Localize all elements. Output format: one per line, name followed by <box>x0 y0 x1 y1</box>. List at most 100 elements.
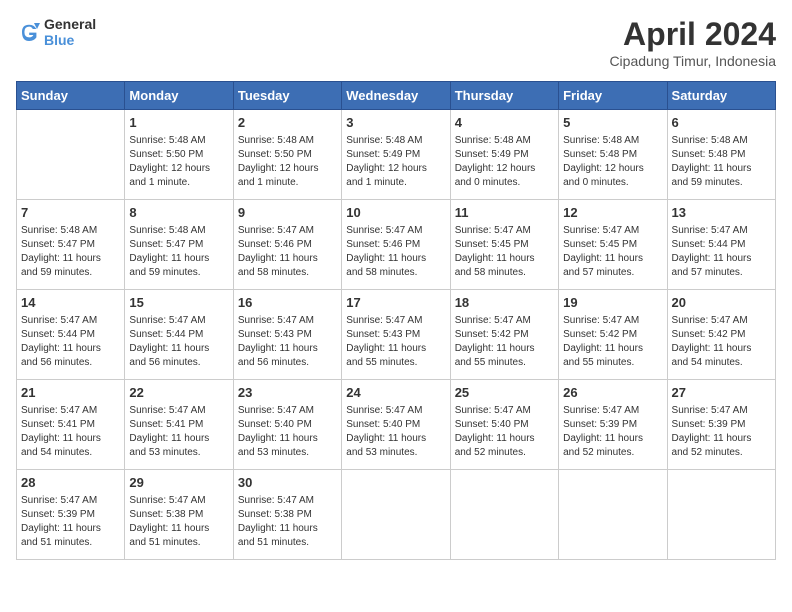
day-info: Sunrise: 5:48 AM Sunset: 5:49 PM Dayligh… <box>346 134 445 190</box>
calendar-day-cell <box>667 470 775 560</box>
calendar-day-cell: 17 Sunrise: 5:47 AM Sunset: 5:43 PM Dayli… <box>342 290 450 380</box>
day-info: Sunrise: 5:48 AM Sunset: 5:47 PM Dayligh… <box>129 224 228 280</box>
day-number: 1 <box>129 114 228 132</box>
calendar-day-cell: 27 Sunrise: 5:47 AM Sunset: 5:39 PM Dayli… <box>667 380 775 470</box>
title-block: April 2024 Cipadung Timur, Indonesia <box>609 16 776 69</box>
weekday-header-cell: Wednesday <box>342 82 450 110</box>
calendar-day-cell: 10 Sunrise: 5:47 AM Sunset: 5:46 PM Dayli… <box>342 200 450 290</box>
day-info: Sunrise: 5:47 AM Sunset: 5:42 PM Dayligh… <box>563 314 662 370</box>
day-info: Sunrise: 5:47 AM Sunset: 5:45 PM Dayligh… <box>563 224 662 280</box>
calendar-day-cell: 7Sunrise: 5:48 AM Sunset: 5:47 PM Daylig… <box>17 200 125 290</box>
day-info: Sunrise: 5:47 AM Sunset: 5:40 PM Dayligh… <box>346 404 445 460</box>
calendar-day-cell <box>17 110 125 200</box>
day-info: Sunrise: 5:47 AM Sunset: 5:42 PM Dayligh… <box>672 314 771 370</box>
calendar-day-cell: 28 Sunrise: 5:47 AM Sunset: 5:39 PM Dayli… <box>17 470 125 560</box>
day-info: Sunrise: 5:47 AM Sunset: 5:38 PM Dayligh… <box>238 494 337 550</box>
calendar-day-cell <box>559 470 667 560</box>
day-info: Sunrise: 5:47 AM Sunset: 5:38 PM Dayligh… <box>129 494 228 550</box>
calendar-day-cell: 11 Sunrise: 5:47 AM Sunset: 5:45 PM Dayli… <box>450 200 558 290</box>
day-number: 28 <box>21 474 120 492</box>
day-info: Sunrise: 5:48 AM Sunset: 5:47 PM Dayligh… <box>21 224 120 280</box>
calendar-week-row: 28 Sunrise: 5:47 AM Sunset: 5:39 PM Dayli… <box>17 470 776 560</box>
calendar-day-cell: 1 Sunrise: 5:48 AM Sunset: 5:50 PM Daylig… <box>125 110 233 200</box>
day-number: 26 <box>563 384 662 402</box>
day-info: Sunrise: 5:47 AM Sunset: 5:40 PM Dayligh… <box>455 404 554 460</box>
day-number: 21 <box>21 384 120 402</box>
location: Cipadung Timur, Indonesia <box>609 53 776 69</box>
day-info: Sunrise: 5:48 AM Sunset: 5:49 PM Dayligh… <box>455 134 554 190</box>
day-info: Sunrise: 5:47 AM Sunset: 5:39 PM Dayligh… <box>21 494 120 550</box>
day-info: Sunrise: 5:47 AM Sunset: 5:46 PM Dayligh… <box>238 224 337 280</box>
day-number: 13 <box>672 204 771 222</box>
day-number: 4 <box>455 114 554 132</box>
day-info: Sunrise: 5:47 AM Sunset: 5:44 PM Dayligh… <box>21 314 120 370</box>
day-info: Sunrise: 5:47 AM Sunset: 5:41 PM Dayligh… <box>129 404 228 460</box>
calendar-day-cell: 29 Sunrise: 5:47 AM Sunset: 5:38 PM Dayli… <box>125 470 233 560</box>
calendar-day-cell: 24Sunrise: 5:47 AM Sunset: 5:40 PM Dayli… <box>342 380 450 470</box>
day-info: Sunrise: 5:47 AM Sunset: 5:41 PM Dayligh… <box>21 404 120 460</box>
weekday-header-cell: Friday <box>559 82 667 110</box>
logo: General Blue <box>16 16 96 48</box>
logo-icon <box>16 20 40 44</box>
day-number: 18 <box>455 294 554 312</box>
calendar-week-row: 21 Sunrise: 5:47 AM Sunset: 5:41 PM Dayli… <box>17 380 776 470</box>
calendar-day-cell: 23Sunrise: 5:47 AM Sunset: 5:40 PM Dayli… <box>233 380 341 470</box>
calendar-day-cell <box>342 470 450 560</box>
day-number: 15 <box>129 294 228 312</box>
calendar-day-cell: 3 Sunrise: 5:48 AM Sunset: 5:49 PM Daylig… <box>342 110 450 200</box>
day-number: 19 <box>563 294 662 312</box>
weekday-header-cell: Saturday <box>667 82 775 110</box>
day-info: Sunrise: 5:47 AM Sunset: 5:43 PM Dayligh… <box>346 314 445 370</box>
day-number: 20 <box>672 294 771 312</box>
calendar-body: 1 Sunrise: 5:48 AM Sunset: 5:50 PM Daylig… <box>17 110 776 560</box>
day-info: Sunrise: 5:48 AM Sunset: 5:50 PM Dayligh… <box>129 134 228 190</box>
day-info: Sunrise: 5:47 AM Sunset: 5:45 PM Dayligh… <box>455 224 554 280</box>
calendar-day-cell: 21 Sunrise: 5:47 AM Sunset: 5:41 PM Dayli… <box>17 380 125 470</box>
day-info: Sunrise: 5:47 AM Sunset: 5:39 PM Dayligh… <box>672 404 771 460</box>
day-number: 17 <box>346 294 445 312</box>
logo-text: General Blue <box>44 16 96 48</box>
calendar-day-cell: 8Sunrise: 5:48 AM Sunset: 5:47 PM Daylig… <box>125 200 233 290</box>
calendar-day-cell: 6 Sunrise: 5:48 AM Sunset: 5:48 PM Daylig… <box>667 110 775 200</box>
calendar-day-cell: 18 Sunrise: 5:47 AM Sunset: 5:42 PM Dayli… <box>450 290 558 380</box>
day-number: 16 <box>238 294 337 312</box>
calendar-day-cell: 22 Sunrise: 5:47 AM Sunset: 5:41 PM Dayli… <box>125 380 233 470</box>
day-number: 14 <box>21 294 120 312</box>
calendar-week-row: 1 Sunrise: 5:48 AM Sunset: 5:50 PM Daylig… <box>17 110 776 200</box>
calendar-day-cell: 16 Sunrise: 5:47 AM Sunset: 5:43 PM Dayli… <box>233 290 341 380</box>
calendar-day-cell: 26 Sunrise: 5:47 AM Sunset: 5:39 PM Dayli… <box>559 380 667 470</box>
calendar-day-cell: 13 Sunrise: 5:47 AM Sunset: 5:44 PM Dayli… <box>667 200 775 290</box>
day-info: Sunrise: 5:47 AM Sunset: 5:46 PM Dayligh… <box>346 224 445 280</box>
day-info: Sunrise: 5:47 AM Sunset: 5:44 PM Dayligh… <box>672 224 771 280</box>
day-number: 27 <box>672 384 771 402</box>
day-info: Sunrise: 5:48 AM Sunset: 5:48 PM Dayligh… <box>563 134 662 190</box>
calendar-day-cell <box>450 470 558 560</box>
day-number: 11 <box>455 204 554 222</box>
day-number: 25 <box>455 384 554 402</box>
weekday-header-row: SundayMondayTuesdayWednesdayThursdayFrid… <box>17 82 776 110</box>
day-number: 2 <box>238 114 337 132</box>
day-number: 10 <box>346 204 445 222</box>
page-header: General Blue April 2024 Cipadung Timur, … <box>16 16 776 69</box>
day-number: 5 <box>563 114 662 132</box>
day-number: 22 <box>129 384 228 402</box>
day-number: 6 <box>672 114 771 132</box>
calendar-day-cell: 20 Sunrise: 5:47 AM Sunset: 5:42 PM Dayli… <box>667 290 775 380</box>
calendar-day-cell: 14 Sunrise: 5:47 AM Sunset: 5:44 PM Dayli… <box>17 290 125 380</box>
calendar-day-cell: 19 Sunrise: 5:47 AM Sunset: 5:42 PM Dayli… <box>559 290 667 380</box>
calendar-day-cell: 9Sunrise: 5:47 AM Sunset: 5:46 PM Daylig… <box>233 200 341 290</box>
weekday-header-cell: Sunday <box>17 82 125 110</box>
calendar-day-cell: 12Sunrise: 5:47 AM Sunset: 5:45 PM Dayli… <box>559 200 667 290</box>
day-info: Sunrise: 5:47 AM Sunset: 5:39 PM Dayligh… <box>563 404 662 460</box>
day-number: 3 <box>346 114 445 132</box>
calendar-table: SundayMondayTuesdayWednesdayThursdayFrid… <box>16 81 776 560</box>
day-info: Sunrise: 5:48 AM Sunset: 5:50 PM Dayligh… <box>238 134 337 190</box>
day-number: 29 <box>129 474 228 492</box>
day-info: Sunrise: 5:47 AM Sunset: 5:43 PM Dayligh… <box>238 314 337 370</box>
calendar-day-cell: 5 Sunrise: 5:48 AM Sunset: 5:48 PM Daylig… <box>559 110 667 200</box>
day-info: Sunrise: 5:47 AM Sunset: 5:42 PM Dayligh… <box>455 314 554 370</box>
weekday-header-cell: Thursday <box>450 82 558 110</box>
day-info: Sunrise: 5:48 AM Sunset: 5:48 PM Dayligh… <box>672 134 771 190</box>
day-number: 23 <box>238 384 337 402</box>
calendar-day-cell: 15Sunrise: 5:47 AM Sunset: 5:44 PM Dayli… <box>125 290 233 380</box>
